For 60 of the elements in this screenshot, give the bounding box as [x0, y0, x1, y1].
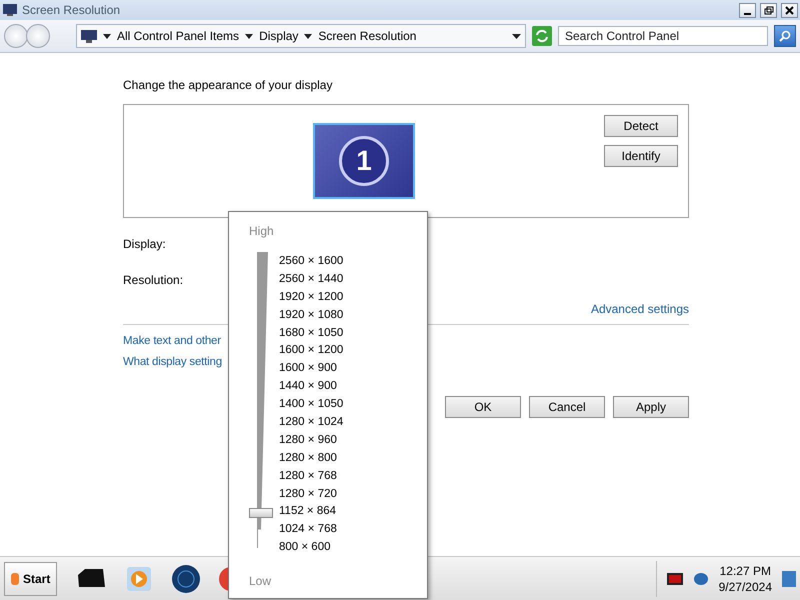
show-desktop-icon[interactable]: [782, 570, 796, 586]
resolution-slider-track[interactable]: [249, 252, 273, 548]
dropdown-arrow-icon[interactable]: [512, 34, 521, 38]
monitor-icon: [2, 3, 18, 17]
resolution-option[interactable]: 1280 × 768: [279, 466, 344, 485]
side-button[interactable]: Identify: [604, 145, 678, 167]
minimize-icon: [744, 12, 751, 14]
restore-button[interactable]: [760, 2, 777, 18]
dialog-button[interactable]: OK: [445, 396, 521, 418]
resolution-option[interactable]: 1024 × 768: [279, 520, 344, 538]
breadcrumb[interactable]: Screen Resolution: [318, 29, 416, 43]
orb-icon: [11, 572, 19, 584]
resolution-option[interactable]: 1280 × 1024: [279, 413, 344, 431]
resolution-option[interactable]: 1280 × 720: [279, 484, 344, 502]
search-button[interactable]: [774, 25, 796, 47]
help-link[interactable]: What display setting: [123, 356, 222, 368]
resolution-option[interactable]: 2560 × 1600: [279, 252, 344, 270]
advanced-settings-link[interactable]: Advanced settings: [590, 302, 689, 316]
monitor-thumbnail[interactable]: 1: [313, 123, 415, 199]
resolution-option[interactable]: 1600 × 900: [279, 359, 344, 378]
clock[interactable]: 12:27 PM 9/27/2024: [718, 562, 772, 594]
section-heading: Change the appearance of your display: [123, 78, 334, 92]
start-button[interactable]: Start: [4, 562, 58, 596]
close-icon: [785, 6, 794, 14]
search-icon: [779, 30, 791, 42]
resolution-option[interactable]: 1440 × 900: [279, 377, 344, 396]
close-button[interactable]: [781, 2, 798, 18]
resolution-option[interactable]: 1680 × 1050: [279, 324, 344, 342]
side-button[interactable]: Detect: [604, 115, 678, 137]
resolution-option[interactable]: 800 × 600: [279, 538, 344, 556]
resolution-option[interactable]: 1152 × 864: [279, 502, 344, 520]
resolution-option[interactable]: 1400 × 1050: [279, 395, 344, 414]
minimize-button[interactable]: [739, 2, 756, 18]
dropdown-arrow-icon[interactable]: [245, 34, 254, 38]
breadcrumb[interactable]: All Control Panel Items: [117, 29, 240, 43]
dialog-button[interactable]: Cancel: [529, 396, 605, 418]
search-field[interactable]: Search Control Panel: [558, 26, 768, 46]
globe-icon[interactable]: [171, 564, 202, 594]
dropdown-arrow-icon[interactable]: [103, 34, 111, 38]
window-title: Screen Resolution: [22, 3, 122, 17]
resolution-option[interactable]: 1280 × 800: [279, 448, 344, 467]
refresh-icon[interactable]: [532, 26, 552, 46]
monitor-icon: [81, 30, 97, 42]
breadcrumb[interactable]: Display: [259, 29, 298, 43]
slider-thumb[interactable]: [249, 508, 273, 518]
monitor-number: 1: [339, 136, 389, 186]
field-label: Resolution:: [123, 273, 184, 287]
high-label: High: [249, 224, 274, 238]
resolution-option[interactable]: 1920 × 1200: [279, 288, 344, 306]
restore-icon: [764, 6, 774, 14]
resolution-option[interactable]: 2560 × 1440: [279, 270, 344, 288]
dialog-button[interactable]: Apply: [613, 396, 689, 418]
low-label: Low: [249, 574, 272, 588]
resolution-option[interactable]: 1600 × 1200: [279, 341, 344, 360]
resolution-option[interactable]: 1280 × 960: [279, 430, 344, 449]
field-label: Display:: [123, 237, 166, 251]
help-link[interactable]: Make text and other: [123, 335, 221, 347]
resolution-option[interactable]: 1920 × 1080: [279, 306, 344, 324]
address-bar[interactable]: All Control Panel Items Display Screen Resolution: [76, 24, 526, 48]
dropdown-arrow-icon[interactable]: [304, 34, 312, 38]
